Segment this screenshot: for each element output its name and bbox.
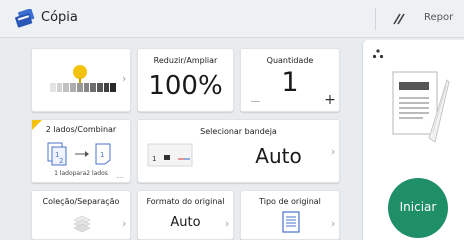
density-knob-icon [73,65,87,79]
quantity-tile: Quantidade 1 + [240,48,340,112]
text-document-icon [282,211,300,233]
sort-label: Coleção/Separação [42,197,120,206]
duplex-mode-text: 1 ladopara2 lados [54,170,108,177]
more-options-icon: ... [116,171,124,180]
chevron-right-icon: › [225,217,230,230]
original-type-tile[interactable]: Tipo de original › [240,190,340,240]
density-slider-icon [50,83,117,92]
duplex-label: 2 lados/Combinar [45,125,117,134]
reduce-enlarge-label: Reduzir/Ampliar [153,56,218,65]
quantity-label: Quantidade [266,56,314,65]
start-button[interactable]: Iniciar [388,178,448,238]
page-title: Cópia [41,10,78,25]
app-header: Cópia Repor [0,0,464,38]
quantity-increase-button[interactable]: + [321,92,339,108]
header-divider [375,8,376,30]
density-tile[interactable]: › [31,48,131,112]
chevron-right-icon: › [331,217,336,230]
original-format-label: Formato do original [146,197,225,206]
tray-label: Selecionar bandeja [200,127,277,136]
svg-text:2: 2 [59,157,63,165]
reset-button[interactable]: Repor [380,6,464,32]
select-tray-tile[interactable]: Selecionar bandeja 1 Auto › [137,119,340,183]
original-format-tile[interactable]: Formato do original Auto › [137,190,234,240]
reset-slash-icon [393,13,405,25]
svg-text:1: 1 [100,151,104,159]
stacked-pages-icon [73,215,91,233]
chevron-right-icon: › [122,72,127,85]
tray-value: Auto [255,144,302,168]
start-label: Iniciar [399,200,437,214]
duplex-1to2-icon: 1 2 1 [47,142,111,166]
chevron-right-icon: › [331,145,336,158]
reset-label: Repor [424,12,454,23]
copy-app-icon [15,9,35,28]
document-preview-icon [392,71,450,143]
svg-text:1: 1 [152,155,156,163]
reduce-enlarge-tile[interactable]: Reduzir/Ampliar 100% [137,48,234,112]
sort-collate-tile[interactable]: Coleção/Separação › [31,190,131,240]
duplex-combine-tile[interactable]: 2 lados/Combinar 1 2 1 1 ladopara2 lados… [31,119,131,183]
original-format-value: Auto [170,215,201,230]
quantity-decrease-button[interactable] [249,92,267,108]
zoom-value: 100% [148,71,223,101]
original-type-label: Tipo de original [259,197,321,206]
preview-dots-icon [372,49,384,59]
chevron-right-icon: › [122,217,127,230]
